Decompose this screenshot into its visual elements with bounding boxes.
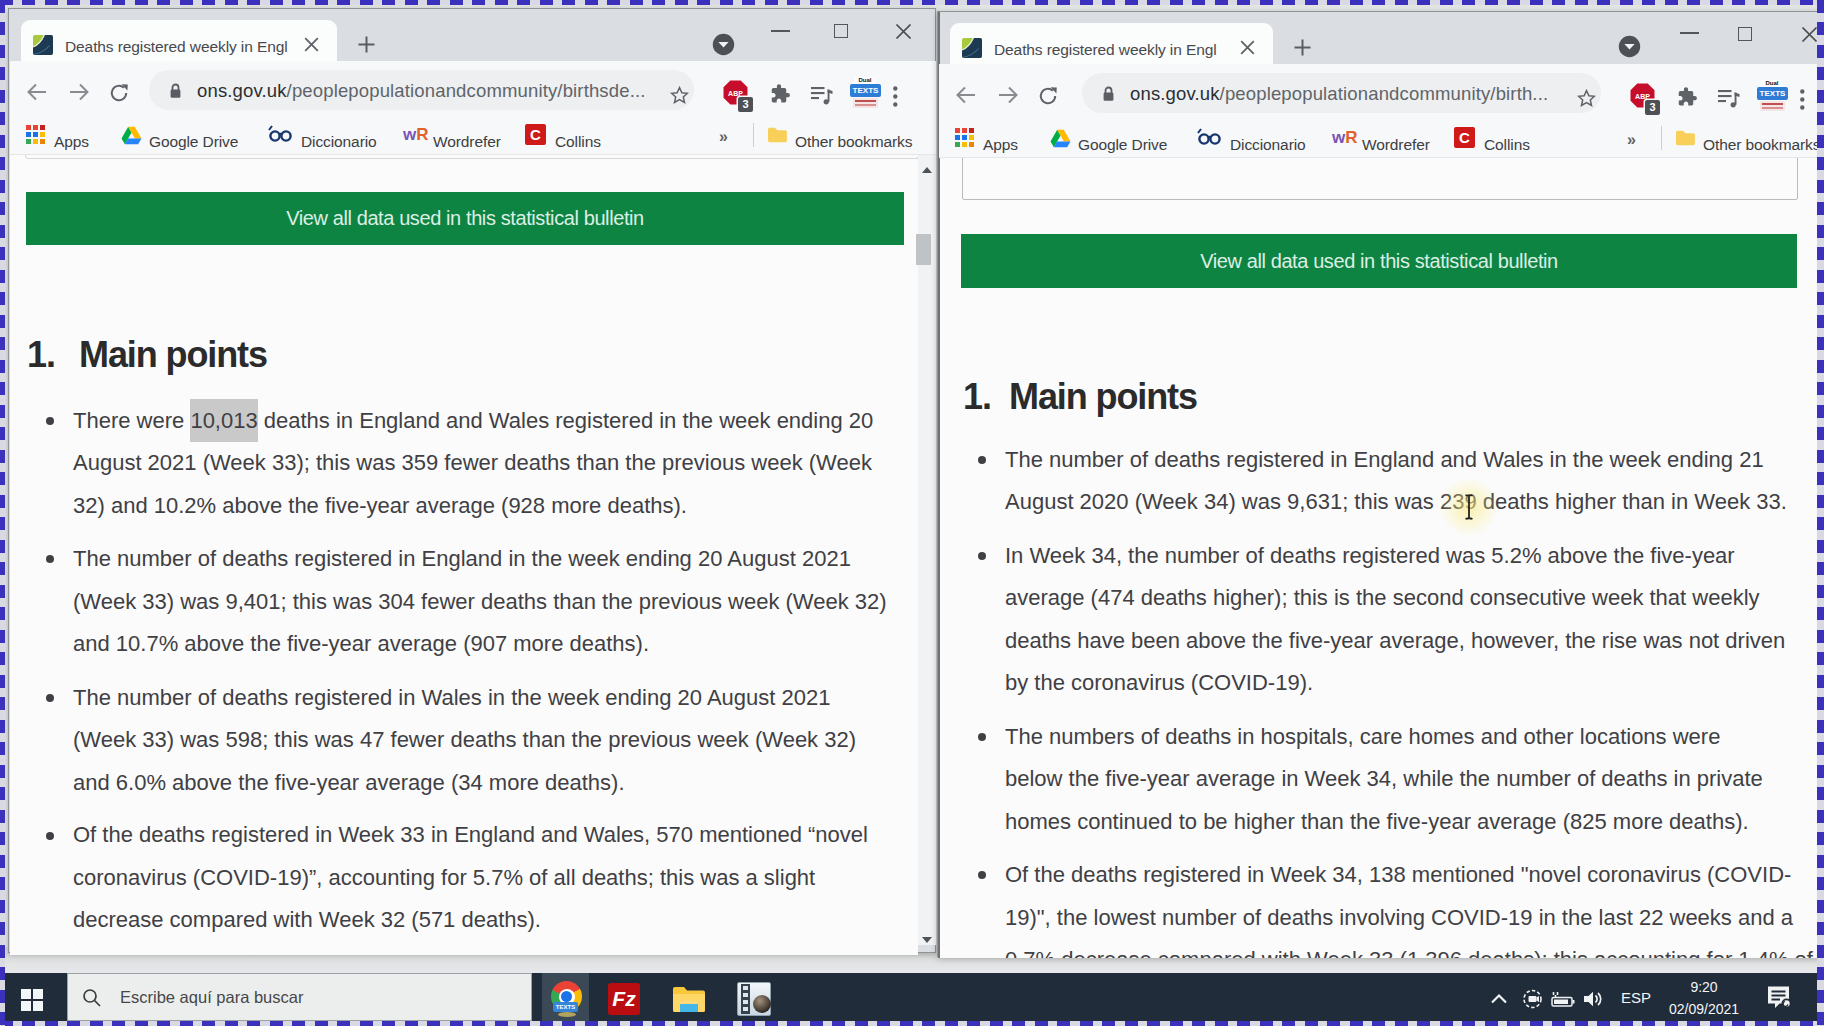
- svg-text:ABP: ABP: [1635, 93, 1650, 100]
- svg-text:ABP: ABP: [728, 90, 743, 97]
